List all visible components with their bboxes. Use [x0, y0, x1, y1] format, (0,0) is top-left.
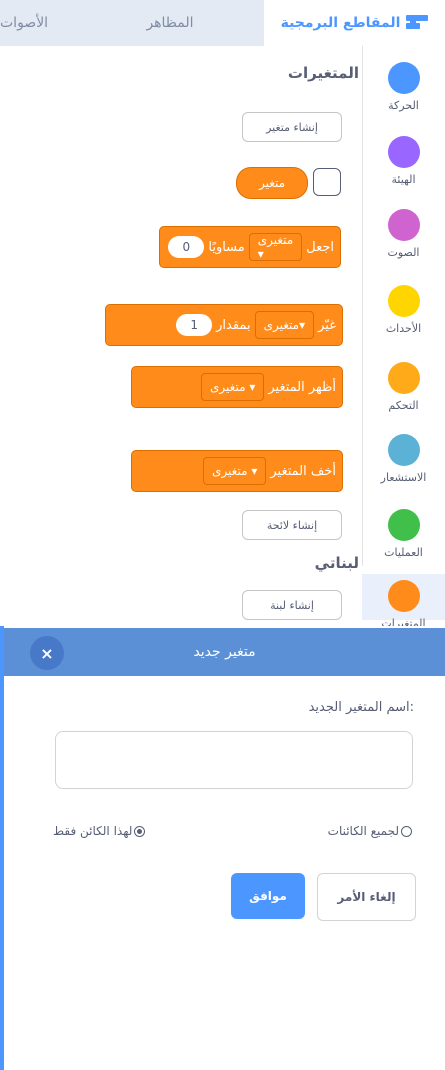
category-variables[interactable]: المتغيرات — [362, 580, 445, 630]
looks-dot-icon — [387, 136, 420, 168]
category-control[interactable]: التحكم — [362, 362, 445, 412]
change-variable-block[interactable]: غيّر متغيرى▾ بمقدار 1 — [105, 304, 343, 346]
variable-monitor-checkbox[interactable] — [313, 168, 341, 196]
category-motion[interactable]: الحركة — [362, 62, 445, 112]
radio-this-sprite-only[interactable]: لهذا الكائن فقط — [53, 824, 146, 838]
change-variable-dropdown[interactable]: متغيرى▾ — [254, 311, 315, 339]
set-word: اجعل — [306, 239, 334, 255]
radio-this-sprite-label: لهذا الكائن فقط — [53, 824, 133, 838]
make-list-button[interactable]: إنشاء لائحة — [242, 510, 342, 540]
control-dot-icon — [387, 362, 420, 394]
motion-dot-icon — [387, 62, 420, 94]
close-icon[interactable]: × — [30, 636, 64, 670]
variables-dot-icon — [387, 580, 420, 612]
make-variable-button[interactable]: إنشاء متغير — [242, 112, 342, 142]
code-icon — [406, 15, 429, 31]
hide-word: أخف المتغير — [270, 463, 336, 479]
cancel-button[interactable]: إلغاء الأمر — [317, 873, 416, 921]
variables-heading: المتغيرات — [287, 64, 359, 82]
set-value-input[interactable]: 0 — [168, 236, 205, 258]
category-label: الاستشعار — [380, 471, 427, 484]
radio-unchecked-icon — [401, 825, 412, 837]
radio-checked-icon — [134, 825, 146, 837]
hide-variable-dropdown[interactable]: متغيرى ▾ — [203, 457, 267, 485]
tab-sounds[interactable]: الأصوات — [0, 0, 72, 46]
category-label: التحكم — [388, 399, 419, 412]
sensing-dot-icon — [387, 434, 420, 466]
category-operators[interactable]: العمليات — [362, 509, 445, 559]
new-variable-dialog — [0, 626, 445, 1070]
change-value-input[interactable]: 1 — [176, 314, 213, 336]
tab-code-label: المقاطع البرمجية — [280, 15, 401, 31]
sound-dot-icon — [387, 209, 420, 241]
events-dot-icon — [387, 285, 420, 317]
hide-variable-block[interactable]: أخف المتغير متغيرى ▾ — [131, 450, 343, 492]
category-label: الصوت — [387, 246, 420, 259]
category-label: الأحداث — [385, 322, 422, 335]
category-label: العمليات — [384, 546, 423, 559]
radio-all-sprites-label: لجميع الكائنات — [327, 824, 399, 838]
category-looks[interactable]: الهيئة — [362, 136, 445, 186]
tab-costumes-label: المظاهر — [146, 15, 194, 31]
make-block-button[interactable]: إنشاء لبنة — [242, 590, 342, 620]
category-sensing[interactable]: الاستشعار — [362, 434, 445, 484]
operators-dot-icon — [387, 509, 420, 541]
category-label: الحركة — [388, 99, 419, 112]
change-by-word: بمقدار — [216, 317, 251, 333]
variable-name-label: اسم المتغير الجديد: — [308, 700, 414, 715]
category-sound[interactable]: الصوت — [362, 209, 445, 259]
tab-costumes[interactable]: المظاهر — [120, 0, 220, 46]
radio-all-sprites[interactable]: لجميع الكائنات — [328, 824, 412, 838]
show-variable-dropdown[interactable]: متغيرى ▾ — [201, 373, 265, 401]
change-word: غيّر — [318, 317, 336, 333]
show-variable-block[interactable]: أظهر المتغير متغيرى ▾ — [131, 366, 343, 408]
tab-code[interactable]: المقاطع البرمجية — [264, 0, 445, 46]
show-word: أظهر المتغير — [268, 379, 336, 395]
variable-name-input[interactable] — [55, 731, 413, 789]
set-variable-block[interactable]: اجعل متغيرى ▾ مساويًا 0 — [159, 226, 341, 268]
ok-button[interactable]: موافق — [231, 873, 305, 919]
tab-sounds-label: الأصوات — [0, 15, 49, 31]
dialog-title: متغير جديد — [193, 644, 256, 660]
set-to-word: مساويًا — [208, 239, 245, 255]
my-blocks-heading: لبناتي — [314, 554, 359, 572]
variable-reporter-block[interactable]: متغير — [236, 167, 308, 199]
set-variable-dropdown[interactable]: متغيرى ▾ — [248, 233, 303, 261]
category-events[interactable]: الأحداث — [362, 285, 445, 335]
dialog-header: متغير جديد — [4, 628, 445, 676]
category-label: الهيئة — [391, 173, 416, 186]
